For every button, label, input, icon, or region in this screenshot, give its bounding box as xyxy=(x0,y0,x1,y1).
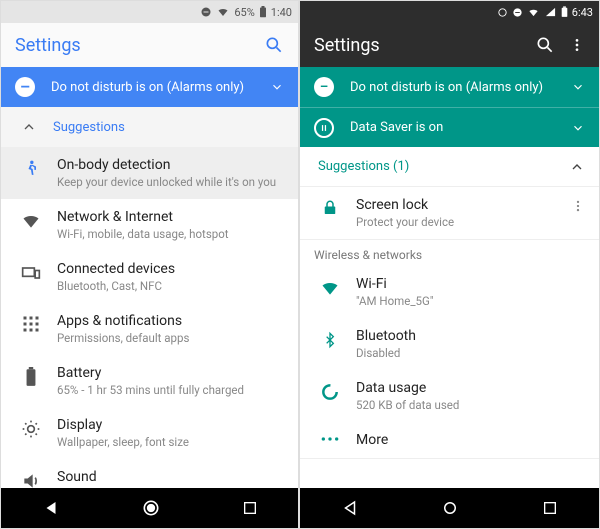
page-title: Settings xyxy=(15,35,250,56)
chevron-down-icon xyxy=(571,121,585,135)
battery-icon xyxy=(259,6,267,18)
nav-bar xyxy=(1,488,298,528)
app-bar: Settings xyxy=(300,23,599,67)
more-icon xyxy=(314,432,346,444)
chevron-up-icon xyxy=(15,119,43,135)
home-button[interactable] xyxy=(441,499,459,517)
page-title: Settings xyxy=(314,35,521,56)
clock-text: 6:43 xyxy=(572,6,593,19)
home-button[interactable] xyxy=(141,498,161,518)
settings-row-more[interactable]: More xyxy=(300,422,599,458)
suggestions-header[interactable]: Suggestions xyxy=(1,107,298,147)
status-bar: 6:43 xyxy=(300,1,599,23)
app-bar: Settings xyxy=(1,23,298,67)
overflow-icon[interactable] xyxy=(569,35,585,55)
row-subtitle: Bluetooth, Cast, NFC xyxy=(57,279,284,293)
minus-circle-icon: – xyxy=(15,77,35,97)
wifi-icon xyxy=(314,276,346,298)
search-icon[interactable] xyxy=(264,35,284,55)
apps-icon xyxy=(15,313,47,333)
settings-row-wifi[interactable]: Wi-Fi "AM Home_5G" xyxy=(300,266,599,318)
row-subtitle: Disabled xyxy=(356,346,585,360)
lock-icon xyxy=(314,197,346,217)
row-title: Battery xyxy=(57,365,284,381)
chevron-down-icon xyxy=(571,80,585,94)
wifi-icon xyxy=(216,6,230,18)
settings-row-display[interactable]: Display Wallpaper, sleep, font size xyxy=(1,407,298,459)
settings-row-network[interactable]: Network & Internet Wi-Fi, mobile, data us… xyxy=(1,199,298,251)
settings-row-battery[interactable]: Battery 65% - 1 hr 53 mins until fully ch… xyxy=(1,355,298,407)
settings-row-data-usage[interactable]: Data usage 520 KB of data used xyxy=(300,370,599,422)
clock-text: 1:40 xyxy=(271,6,292,19)
wifi-icon xyxy=(15,209,47,231)
suggestion-title: On-body detection xyxy=(57,157,284,173)
pause-circle-icon xyxy=(314,118,334,138)
dnd-icon xyxy=(200,6,212,18)
row-title: Wi-Fi xyxy=(356,276,585,292)
battery-icon xyxy=(561,6,568,18)
row-title: Data usage xyxy=(356,380,585,396)
row-title: Network & Internet xyxy=(57,209,284,225)
minus-circle-icon: – xyxy=(314,77,334,97)
suggestions-header[interactable]: Suggestions (1) xyxy=(300,147,599,187)
overflow-icon[interactable] xyxy=(563,197,585,215)
status-bar: 65% 1:40 xyxy=(1,1,298,23)
nav-bar xyxy=(300,488,599,528)
signal-icon xyxy=(544,7,557,18)
data-icon xyxy=(314,380,346,402)
section-label: Wireless & networks xyxy=(300,240,599,266)
battery-icon xyxy=(15,365,47,387)
walk-icon xyxy=(15,157,47,179)
suggestions-label: Suggestions (1) xyxy=(318,159,569,174)
chevron-up-icon xyxy=(569,159,585,175)
row-title: Sound xyxy=(57,469,284,485)
row-subtitle: Permissions, default apps xyxy=(57,331,284,345)
row-subtitle: Wallpaper, sleep, font size xyxy=(57,435,284,449)
data-saver-banner[interactable]: Data Saver is on xyxy=(300,107,599,147)
dnd-banner[interactable]: – Do not disturb is on (Alarms only) xyxy=(300,67,599,107)
dnd-banner[interactable]: – Do not disturb is on (Alarms only) xyxy=(1,67,298,107)
row-title: More xyxy=(356,432,585,448)
settings-row-bluetooth[interactable]: Bluetooth Disabled xyxy=(300,318,599,370)
brightness-icon xyxy=(15,417,47,439)
banner-text: Do not disturb is on (Alarms only) xyxy=(51,80,262,95)
row-title: Bluetooth xyxy=(356,328,585,344)
suggestions-label: Suggestions xyxy=(53,120,125,135)
back-button[interactable] xyxy=(42,499,60,517)
recent-button[interactable] xyxy=(542,500,558,516)
banner-text: Data Saver is on xyxy=(350,120,563,135)
banner-text: Do not disturb is on (Alarms only) xyxy=(350,80,563,95)
dnd-icon xyxy=(512,7,523,18)
suggestion-subtitle: Protect your device xyxy=(356,215,563,229)
row-title: Apps & notifications xyxy=(57,313,284,329)
row-subtitle: 520 KB of data used xyxy=(356,398,585,412)
divider xyxy=(300,458,599,459)
devices-icon xyxy=(15,261,47,283)
suggestion-row[interactable]: Screen lock Protect your device xyxy=(300,187,599,239)
back-button[interactable] xyxy=(341,499,359,517)
row-subtitle: Wi-Fi, mobile, data usage, hotspot xyxy=(57,227,284,241)
circle-icon xyxy=(497,7,508,18)
suggestion-subtitle: Keep your device unlocked while it's on … xyxy=(57,175,284,189)
chevron-down-icon xyxy=(270,80,284,94)
row-subtitle: "AM Home_5G" xyxy=(356,294,585,308)
row-subtitle: 65% - 1 hr 53 mins until fully charged xyxy=(57,383,284,397)
settings-row-apps[interactable]: Apps & notifications Permissions, default… xyxy=(1,303,298,355)
battery-percent: 65% xyxy=(234,6,254,19)
search-icon[interactable] xyxy=(535,35,555,55)
wifi-icon xyxy=(527,7,540,18)
row-title: Display xyxy=(57,417,284,433)
recent-button[interactable] xyxy=(242,500,258,516)
settings-row-connected[interactable]: Connected devices Bluetooth, Cast, NFC xyxy=(1,251,298,303)
suggestion-row[interactable]: On-body detection Keep your device unloc… xyxy=(1,147,298,199)
suggestion-title: Screen lock xyxy=(356,197,563,213)
bluetooth-icon xyxy=(314,328,346,350)
row-title: Connected devices xyxy=(57,261,284,277)
